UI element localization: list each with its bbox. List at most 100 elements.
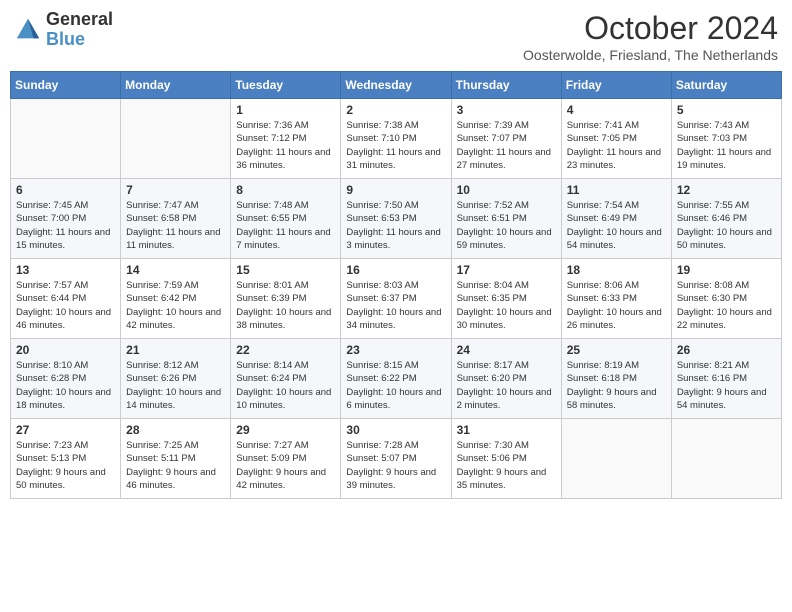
header-thursday: Thursday <box>451 72 561 99</box>
page-header: General Blue October 2024 Oosterwolde, F… <box>10 10 782 63</box>
day-number: 30 <box>346 423 445 437</box>
calendar-cell <box>11 99 121 179</box>
day-number: 2 <box>346 103 445 117</box>
day-number: 9 <box>346 183 445 197</box>
day-info: Sunrise: 7:45 AM Sunset: 7:00 PM Dayligh… <box>16 199 115 252</box>
day-info: Sunrise: 7:41 AM Sunset: 7:05 PM Dayligh… <box>567 119 666 172</box>
day-info: Sunrise: 8:01 AM Sunset: 6:39 PM Dayligh… <box>236 279 335 332</box>
day-info: Sunrise: 7:43 AM Sunset: 7:03 PM Dayligh… <box>677 119 776 172</box>
logo-blue: Blue <box>46 30 113 50</box>
day-info: Sunrise: 7:54 AM Sunset: 6:49 PM Dayligh… <box>567 199 666 252</box>
calendar-cell: 4 Sunrise: 7:41 AM Sunset: 7:05 PM Daylig… <box>561 99 671 179</box>
month-title: October 2024 <box>523 10 778 47</box>
calendar-cell <box>121 99 231 179</box>
day-number: 19 <box>677 263 776 277</box>
calendar-week-row: 27 Sunrise: 7:23 AM Sunset: 5:13 PM Dayli… <box>11 419 782 499</box>
day-info: Sunrise: 7:23 AM Sunset: 5:13 PM Dayligh… <box>16 439 115 492</box>
logo: General Blue <box>14 10 113 50</box>
day-number: 10 <box>457 183 556 197</box>
calendar-cell: 1 Sunrise: 7:36 AM Sunset: 7:12 PM Daylig… <box>231 99 341 179</box>
day-info: Sunrise: 8:14 AM Sunset: 6:24 PM Dayligh… <box>236 359 335 412</box>
day-info: Sunrise: 7:30 AM Sunset: 5:06 PM Dayligh… <box>457 439 556 492</box>
day-info: Sunrise: 7:39 AM Sunset: 7:07 PM Dayligh… <box>457 119 556 172</box>
calendar-cell: 6Sunrise: 7:45 AM Sunset: 7:00 PM Daylig… <box>11 179 121 259</box>
day-info: Sunrise: 7:25 AM Sunset: 5:11 PM Dayligh… <box>126 439 225 492</box>
day-info: Sunrise: 7:50 AM Sunset: 6:53 PM Dayligh… <box>346 199 445 252</box>
day-number: 20 <box>16 343 115 357</box>
calendar-cell: 18 Sunrise: 8:06 AM Sunset: 6:33 PM Dayli… <box>561 259 671 339</box>
header-tuesday: Tuesday <box>231 72 341 99</box>
day-info: Sunrise: 7:59 AM Sunset: 6:42 PM Dayligh… <box>126 279 225 332</box>
day-info: Sunrise: 8:19 AM Sunset: 6:18 PM Dayligh… <box>567 359 666 412</box>
day-info: Sunrise: 7:47 AM Sunset: 6:58 PM Dayligh… <box>126 199 225 252</box>
day-number: 1 <box>236 103 335 117</box>
calendar-cell: 29 Sunrise: 7:27 AM Sunset: 5:09 PM Dayli… <box>231 419 341 499</box>
calendar-cell: 14 Sunrise: 7:59 AM Sunset: 6:42 PM Dayli… <box>121 259 231 339</box>
calendar-cell: 11 Sunrise: 7:54 AM Sunset: 6:49 PM Dayli… <box>561 179 671 259</box>
calendar-cell: 12 Sunrise: 7:55 AM Sunset: 6:46 PM Dayli… <box>671 179 781 259</box>
calendar-cell: 3Sunrise: 7:39 AM Sunset: 7:07 PM Daylig… <box>451 99 561 179</box>
location-subtitle: Oosterwolde, Friesland, The Netherlands <box>523 47 778 63</box>
day-number: 4 <box>567 103 666 117</box>
calendar-cell: 10 Sunrise: 7:52 AM Sunset: 6:51 PM Dayli… <box>451 179 561 259</box>
day-number: 23 <box>346 343 445 357</box>
calendar-week-row: 13 Sunrise: 7:57 AM Sunset: 6:44 PM Dayli… <box>11 259 782 339</box>
day-number: 29 <box>236 423 335 437</box>
calendar-table: SundayMondayTuesdayWednesdayThursdayFrid… <box>10 71 782 499</box>
calendar-cell: 13 Sunrise: 7:57 AM Sunset: 6:44 PM Dayli… <box>11 259 121 339</box>
calendar-cell: 20 Sunrise: 8:10 AM Sunset: 6:28 PM Dayli… <box>11 339 121 419</box>
calendar-cell: 31Sunrise: 7:30 AM Sunset: 5:06 PM Dayli… <box>451 419 561 499</box>
day-number: 7 <box>126 183 225 197</box>
day-info: Sunrise: 8:15 AM Sunset: 6:22 PM Dayligh… <box>346 359 445 412</box>
calendar-week-row: 1 Sunrise: 7:36 AM Sunset: 7:12 PM Daylig… <box>11 99 782 179</box>
calendar-cell: 15Sunrise: 8:01 AM Sunset: 6:39 PM Dayli… <box>231 259 341 339</box>
header-wednesday: Wednesday <box>341 72 451 99</box>
day-info: Sunrise: 7:38 AM Sunset: 7:10 PM Dayligh… <box>346 119 445 172</box>
calendar-cell: 17Sunrise: 8:04 AM Sunset: 6:35 PM Dayli… <box>451 259 561 339</box>
day-info: Sunrise: 7:55 AM Sunset: 6:46 PM Dayligh… <box>677 199 776 252</box>
day-number: 21 <box>126 343 225 357</box>
day-number: 28 <box>126 423 225 437</box>
calendar-cell: 5 Sunrise: 7:43 AM Sunset: 7:03 PM Daylig… <box>671 99 781 179</box>
day-number: 13 <box>16 263 115 277</box>
day-info: Sunrise: 7:36 AM Sunset: 7:12 PM Dayligh… <box>236 119 335 172</box>
day-info: Sunrise: 8:10 AM Sunset: 6:28 PM Dayligh… <box>16 359 115 412</box>
day-number: 25 <box>567 343 666 357</box>
day-number: 12 <box>677 183 776 197</box>
day-info: Sunrise: 8:06 AM Sunset: 6:33 PM Dayligh… <box>567 279 666 332</box>
day-info: Sunrise: 7:52 AM Sunset: 6:51 PM Dayligh… <box>457 199 556 252</box>
calendar-cell: 24Sunrise: 8:17 AM Sunset: 6:20 PM Dayli… <box>451 339 561 419</box>
day-number: 14 <box>126 263 225 277</box>
day-info: Sunrise: 7:48 AM Sunset: 6:55 PM Dayligh… <box>236 199 335 252</box>
day-number: 18 <box>567 263 666 277</box>
calendar-header-row: SundayMondayTuesdayWednesdayThursdayFrid… <box>11 72 782 99</box>
day-number: 22 <box>236 343 335 357</box>
calendar-cell: 21 Sunrise: 8:12 AM Sunset: 6:26 PM Dayli… <box>121 339 231 419</box>
day-number: 5 <box>677 103 776 117</box>
day-info: Sunrise: 8:12 AM Sunset: 6:26 PM Dayligh… <box>126 359 225 412</box>
day-number: 11 <box>567 183 666 197</box>
logo-general: General <box>46 10 113 30</box>
calendar-cell: 7 Sunrise: 7:47 AM Sunset: 6:58 PM Daylig… <box>121 179 231 259</box>
calendar-cell: 27 Sunrise: 7:23 AM Sunset: 5:13 PM Dayli… <box>11 419 121 499</box>
day-number: 27 <box>16 423 115 437</box>
day-info: Sunrise: 8:21 AM Sunset: 6:16 PM Dayligh… <box>677 359 776 412</box>
calendar-cell: 26 Sunrise: 8:21 AM Sunset: 6:16 PM Dayli… <box>671 339 781 419</box>
day-info: Sunrise: 7:27 AM Sunset: 5:09 PM Dayligh… <box>236 439 335 492</box>
calendar-cell: 25 Sunrise: 8:19 AM Sunset: 6:18 PM Dayli… <box>561 339 671 419</box>
day-info: Sunrise: 7:57 AM Sunset: 6:44 PM Dayligh… <box>16 279 115 332</box>
header-monday: Monday <box>121 72 231 99</box>
calendar-cell: 19 Sunrise: 8:08 AM Sunset: 6:30 PM Dayli… <box>671 259 781 339</box>
calendar-cell <box>561 419 671 499</box>
calendar-cell: 9 Sunrise: 7:50 AM Sunset: 6:53 PM Daylig… <box>341 179 451 259</box>
header-saturday: Saturday <box>671 72 781 99</box>
day-number: 16 <box>346 263 445 277</box>
title-block: October 2024 Oosterwolde, Friesland, The… <box>523 10 778 63</box>
day-number: 26 <box>677 343 776 357</box>
day-number: 8 <box>236 183 335 197</box>
day-info: Sunrise: 8:04 AM Sunset: 6:35 PM Dayligh… <box>457 279 556 332</box>
calendar-cell: 8 Sunrise: 7:48 AM Sunset: 6:55 PM Daylig… <box>231 179 341 259</box>
day-info: Sunrise: 8:08 AM Sunset: 6:30 PM Dayligh… <box>677 279 776 332</box>
logo-icon <box>14 16 42 44</box>
calendar-cell <box>671 419 781 499</box>
